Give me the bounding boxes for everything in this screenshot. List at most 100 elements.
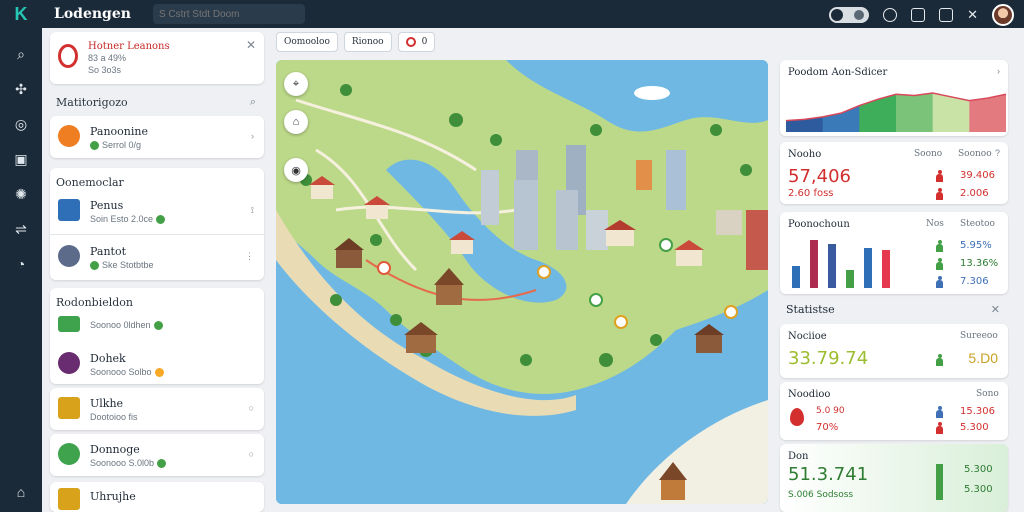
map-locate-button[interactable]: ◉ — [284, 158, 308, 182]
stat-value-2: 2.006 — [960, 188, 989, 199]
list-item[interactable]: Panoonine Serrol 0/g › — [50, 116, 264, 158]
stats-panel: Poodom Aon-Sdicer › Nooho Soono Soonoo ?… — [780, 60, 1008, 512]
box-icon[interactable]: ▣ — [13, 151, 29, 167]
list-item[interactable]: Pantot Ske Stotbtbe ⋮ — [50, 236, 264, 278]
landmark-icon — [58, 352, 80, 374]
map-pin-button[interactable]: ⌖ — [284, 72, 308, 96]
list-search-icon[interactable]: ⌕ — [250, 96, 256, 109]
close-icon[interactable]: ✕ — [967, 7, 978, 23]
list-item[interactable]: Donnoge Soonooo S.0l0b ○ — [50, 434, 264, 476]
card-title: Poonochoun — [788, 219, 850, 230]
top-bar: K Lodengen ✕ — [0, 0, 1024, 28]
chevron-right-icon[interactable]: › — [251, 131, 254, 141]
list-panel: Hotner Leanons 83 a 49% So 3o3s ✕ Matito… — [50, 32, 266, 512]
stat-value-2: 13.36% — [960, 258, 999, 269]
col-label-b: Steotoo — [960, 219, 995, 229]
alert-card[interactable]: Hotner Leanons 83 a 49% So 3o3s ✕ — [50, 32, 264, 84]
help-icon[interactable]: ? — [995, 148, 1000, 158]
map-tool-2[interactable]: Rionoo — [343, 32, 392, 52]
person-icon — [936, 276, 943, 288]
list-item[interactable]: Ulkhe Dootoioo fis ○ — [50, 388, 264, 430]
item-sub-text: Dootoioo fis — [90, 412, 138, 422]
alert-title: Hotner Leanons — [88, 41, 170, 52]
chat-icon[interactable]: ◔ — [13, 256, 29, 272]
total-value: 57,406 — [788, 166, 851, 187]
card-title: Don — [788, 451, 809, 462]
bar — [810, 240, 818, 288]
card-title: Noodioo — [788, 389, 831, 400]
clock-icon[interactable] — [883, 8, 898, 22]
col-label-a: Soono — [914, 149, 943, 159]
list-item[interactable]: Penus Soin Esto 2.0ce ⟟ — [50, 190, 264, 232]
col-label-b: Sono — [976, 389, 999, 399]
item-sub: Soonoo 0ldhen — [90, 320, 163, 330]
person-icon — [936, 170, 943, 182]
bar — [882, 250, 890, 288]
list-item[interactable]: Uhrujhe — [50, 482, 264, 512]
stat-card-a[interactable]: Nociioe Sureeoo 33.79.74 5.D0 — [780, 324, 1008, 378]
search-nav-icon[interactable]: ⌕ — [13, 46, 29, 62]
map-list-heading: Matitorigozo — [56, 96, 128, 109]
item-sub-text: Soonooo Solbo — [90, 367, 152, 377]
item-sub: Soonooo S.0l0b — [90, 458, 167, 468]
bar-card[interactable]: Poonochoun Nos Steotoo 5.95% 13.36% 7.30… — [780, 212, 1008, 294]
app-title: Lodengen — [54, 6, 131, 22]
bar — [792, 266, 800, 288]
tower-icon — [58, 488, 80, 510]
group-heading: Oonemoclar — [56, 176, 124, 189]
divider — [50, 234, 264, 235]
item-title: Ulkhe — [90, 397, 124, 410]
record-icon — [405, 37, 416, 47]
check-icon — [157, 458, 167, 468]
puzzle-icon[interactable]: ✣ — [13, 81, 29, 97]
item-sub: Serrol 0/g — [90, 140, 141, 150]
item-sub-text: Soonoo 0ldhen — [90, 320, 151, 330]
list-item[interactable]: Dohek Soonooo Solbo — [50, 344, 264, 384]
stat-big-value: 51.3.741 — [788, 464, 869, 485]
statistics-title: Statistse — [786, 303, 835, 316]
stat-r1: 5.300 — [964, 464, 993, 475]
maximize-icon[interactable] — [939, 8, 954, 22]
map-view[interactable]: ⌖ ⌂ ◉ — [276, 60, 768, 504]
radio-icon[interactable]: ○ — [249, 449, 254, 459]
total-sub: 2.60 foss — [788, 188, 834, 199]
item-sub: Soin Esto 2.0ce — [90, 214, 166, 224]
trend-card[interactable]: Poodom Aon-Sdicer › — [780, 60, 1008, 136]
alert-line-1: 83 a 49% — [88, 53, 127, 63]
item-title: Donnoge — [90, 443, 140, 456]
stat-card-b[interactable]: Noodioo Sono 5.0 90 70% 15.306 5.300 — [780, 382, 1008, 440]
list-item[interactable]: Soonoo 0ldhen — [50, 310, 264, 344]
map-tool-1[interactable]: Oomooloo — [276, 32, 338, 52]
home-icon[interactable]: ⌂ — [13, 484, 29, 500]
map-tool-3[interactable]: 0 — [397, 32, 436, 52]
item-sub-text: Serrol 0/g — [102, 140, 142, 150]
chevron-right-icon[interactable]: › — [997, 66, 1000, 76]
app-logo-icon[interactable]: K — [0, 0, 42, 28]
dots-icon[interactable]: ⋮ — [245, 251, 254, 262]
settings-icon[interactable]: ✺ — [13, 186, 29, 202]
alert-line-2: So 3o3s — [88, 65, 122, 75]
item-sub-text: Soonooo S.0l0b — [90, 458, 155, 468]
theme-toggle[interactable] — [829, 7, 870, 23]
item-title: Penus — [90, 199, 124, 212]
stat-card-c[interactable]: Don 51.3.741 S.006 Sodsoss 5.300 5.300 — [780, 444, 1008, 512]
window-icon[interactable] — [911, 8, 926, 22]
avatar[interactable] — [992, 4, 1014, 26]
compass-icon[interactable]: ◎ — [13, 116, 29, 132]
route-icon[interactable]: ⇌ — [13, 221, 29, 237]
totals-card[interactable]: Nooho Soono Soonoo ? 57,406 2.60 foss 39… — [780, 142, 1008, 204]
bar — [864, 248, 872, 288]
map-layer-button[interactable]: ⌂ — [284, 110, 308, 134]
map-tool-1-label: Oomooloo — [284, 37, 330, 47]
person-icon — [936, 240, 943, 252]
search-input[interactable] — [158, 8, 299, 20]
item-title: Panoonine — [90, 125, 148, 138]
search-box[interactable] — [152, 4, 305, 24]
pin-action-icon[interactable]: ⟟ — [251, 205, 254, 216]
stat-value-1: 39.406 — [960, 170, 995, 181]
radio-icon[interactable]: ○ — [249, 403, 254, 413]
top-right-controls: ✕ — [829, 4, 1014, 26]
close-alert-icon[interactable]: ✕ — [246, 38, 256, 52]
close-icon[interactable]: ✕ — [991, 303, 1000, 316]
item-sub: Dootoioo fis — [90, 412, 138, 422]
